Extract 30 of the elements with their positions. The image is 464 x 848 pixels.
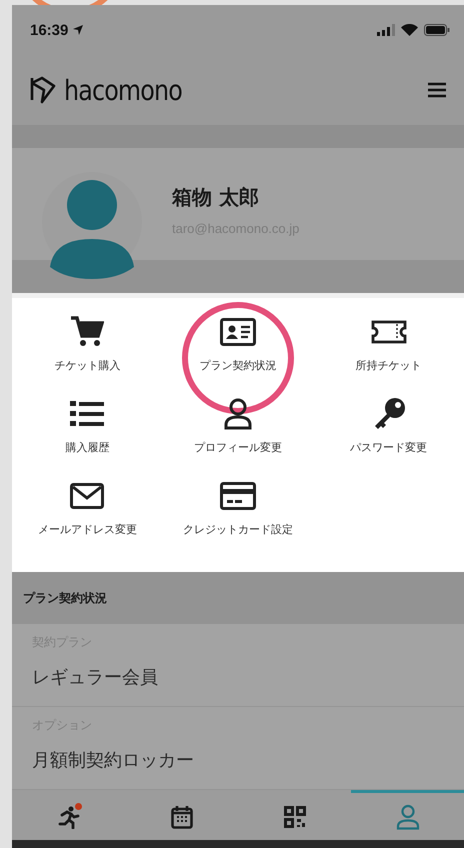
menu-item[interactable]: プラン契約状況 — [199, 314, 276, 373]
logo-icon — [30, 76, 56, 104]
person-icon — [396, 804, 420, 830]
clock-time: 16:39 — [30, 22, 68, 38]
envelope-icon — [70, 483, 104, 509]
menu-item[interactable]: クレジットカード設定 — [182, 478, 293, 537]
cart-icon — [70, 316, 104, 348]
id-card-icon — [220, 318, 256, 346]
running-person-icon — [56, 804, 80, 828]
wifi-icon — [401, 24, 418, 36]
ticket-icon — [370, 320, 407, 344]
signal-icon — [377, 24, 395, 36]
menu-item[interactable]: チケット購入 — [54, 314, 120, 373]
field-value: レギュラー会員 — [32, 666, 159, 689]
battery-icon — [424, 24, 450, 36]
qr-code-icon — [284, 806, 306, 828]
location-arrow-icon — [72, 24, 84, 36]
menu-item[interactable]: パスワード変更 — [350, 396, 428, 455]
menu-item[interactable]: 購入履歴 — [65, 396, 110, 455]
credit-card-icon — [220, 482, 256, 510]
menu-item[interactable]: 所持チケット — [356, 314, 422, 373]
list-icon — [70, 400, 104, 428]
user-name: 箱物 太郎 — [172, 184, 260, 211]
menu-item[interactable]: メールアドレス変更 — [38, 478, 137, 537]
menu-item[interactable]: プロフィール変更 — [194, 396, 282, 455]
section-title: プラン契約状況 — [12, 572, 464, 624]
field-value: 月額制契約ロッカー — [32, 749, 195, 772]
calendar-icon — [170, 804, 192, 828]
person-icon — [222, 398, 253, 430]
logo-text: hacomono — [64, 74, 182, 106]
